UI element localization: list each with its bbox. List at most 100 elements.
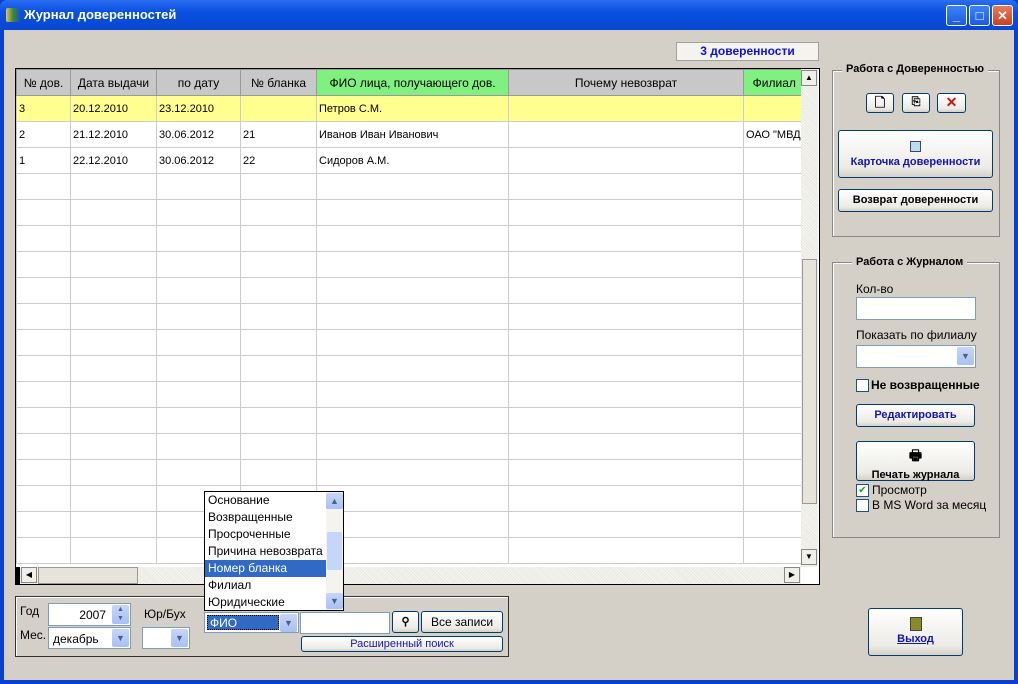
not-returned-checkbox[interactable] [856,379,869,392]
table-cell[interactable]: 21.12.2010 [70,121,157,148]
chevron-down-icon[interactable]: ▼ [326,593,343,609]
table-row[interactable]: 2 21.12.2010 30.06.2012 21 Иванов Иван Ивано… [16,121,806,148]
table-cell[interactable]: 2 [16,121,71,148]
exit-button-label: Выход [897,633,934,645]
empty-cell [316,511,509,538]
table-cell[interactable]: 20.12.2010 [70,95,157,122]
search-field-select[interactable]: ФИО ▼ [204,612,299,633]
table-cell[interactable]: 21 [240,121,317,148]
dropdown-option[interactable]: Причина невозврата [205,543,326,560]
maximize-button[interactable]: □ [969,5,990,26]
table-cell[interactable] [508,147,744,174]
edit-button[interactable]: Редактировать [856,404,975,427]
table-cell[interactable] [240,95,317,122]
table-cell[interactable]: 30.06.2012 [156,147,241,174]
column-header[interactable]: № дов. [16,69,71,96]
table-cell[interactable] [508,95,744,122]
preview-label: Просмотр [872,483,927,497]
word-checkbox[interactable] [856,499,869,512]
copy-button[interactable]: ⎘ [902,93,930,113]
dropdown-option[interactable]: Возвращенные [205,509,326,526]
empty-cell [508,251,744,278]
close-button[interactable]: ✕ [992,5,1013,26]
empty-cell [70,329,157,356]
branch-select[interactable]: ▼ [856,345,976,368]
horizontal-scrollbar[interactable]: ◀ ▶ [16,567,801,584]
vertical-scrollbar[interactable]: ▲ ▼ [801,69,818,567]
table-cell[interactable]: 30.06.2012 [156,121,241,148]
empty-row [16,251,806,278]
column-header[interactable]: Дата выдачи [70,69,157,96]
empty-cell [316,407,509,434]
table-cell[interactable]: Петров С.М. [316,95,509,122]
not-returned-label: Не возвращенные [871,378,980,392]
empty-cell [156,251,241,278]
chevron-up-icon[interactable]: ▲ [326,493,343,509]
table-cell[interactable] [508,121,744,148]
table-cell[interactable]: Сидоров А.М. [316,147,509,174]
table-cell[interactable]: 22 [240,147,317,174]
empty-cell [156,329,241,356]
table-cell[interactable]: 3 [16,95,71,122]
dropdown-option[interactable]: Основание [205,492,326,509]
chevron-down-icon: ▼ [957,347,974,365]
scroll-right-button[interactable]: ▶ [784,567,800,583]
horizontal-scroll-thumb[interactable] [38,567,138,584]
all-records-button[interactable]: Все записи [421,611,503,633]
find-button[interactable]: ⚲ [392,611,419,633]
year-spinner[interactable]: 2007 ▲ ▼ [48,603,131,626]
table-cell[interactable]: 22.12.2010 [70,147,157,174]
empty-cell [70,485,157,512]
exit-button[interactable]: Выход [868,608,963,656]
column-header[interactable]: по дату [156,69,241,96]
new-button[interactable]: 🗋 [866,93,894,113]
empty-cell [743,355,806,382]
dropdown-option[interactable]: Просроченные [205,526,326,543]
empty-cell [508,277,744,304]
dropdown-scroll-thumb[interactable] [327,532,342,570]
search-input[interactable] [300,612,390,634]
empty-cell [240,459,317,486]
empty-cell [743,199,806,226]
empty-cell [156,433,241,460]
minimize-button[interactable]: _ [946,5,967,26]
scroll-up-button[interactable]: ▲ [801,70,817,86]
scroll-left-button[interactable]: ◀ [21,567,37,583]
return-button[interactable]: Возврат доверенности [838,189,993,212]
dropdown-option[interactable]: Филиал [205,577,326,594]
table-cell[interactable]: Иванов Иван Иванович [316,121,509,148]
empty-cell [743,537,806,564]
table-row[interactable]: 1 22.12.2010 30.06.2012 22 Сидоров А.М. [16,147,806,174]
column-header[interactable]: ФИО лица, получающего дов. [316,69,509,96]
vertical-scroll-thumb[interactable] [802,259,817,504]
empty-cell [156,407,241,434]
table-cell[interactable] [743,147,806,174]
empty-cell [508,407,744,434]
card-button[interactable]: Карточка доверенности [838,130,993,178]
table-cell[interactable]: ОАО "МВД" [743,121,806,148]
column-header[interactable]: Филиал [743,69,806,96]
table-cell[interactable]: 1 [16,147,71,174]
empty-cell [316,537,509,564]
dropdown-scrollbar[interactable]: ▲ ▼ [326,492,343,610]
empty-cell [240,277,317,304]
table-cell[interactable] [743,95,806,122]
table-cell[interactable]: 23.12.2010 [156,95,241,122]
delete-button[interactable]: ✕ [937,93,966,113]
preview-checkbox[interactable]: ✔ [856,484,869,497]
print-button[interactable]: 🖶 Печать журнала [856,441,975,481]
dropdown-option[interactable]: Юридические [205,594,326,610]
column-header[interactable]: № бланка [240,69,317,96]
month-select[interactable]: декабрь ▼ [48,627,131,649]
dropdown-option[interactable]: Номер бланка [205,560,326,577]
table-row[interactable]: 3 20.12.2010 23.12.2010 Петров С.М. [16,95,806,122]
search-field-dropdown-list[interactable]: Основание Возвращенные Просроченные Причина… [204,491,344,611]
scroll-down-button[interactable]: ▼ [801,549,817,565]
spin-up-down-icon[interactable]: ▲ ▼ [112,605,129,624]
type-select[interactable]: ▼ [142,627,190,649]
empty-cell [240,173,317,200]
qty-input[interactable] [856,297,976,320]
column-header[interactable]: Почему невозврат [508,69,744,96]
empty-row [16,459,806,486]
advanced-search-button[interactable]: Расширенный поиск [301,636,503,652]
